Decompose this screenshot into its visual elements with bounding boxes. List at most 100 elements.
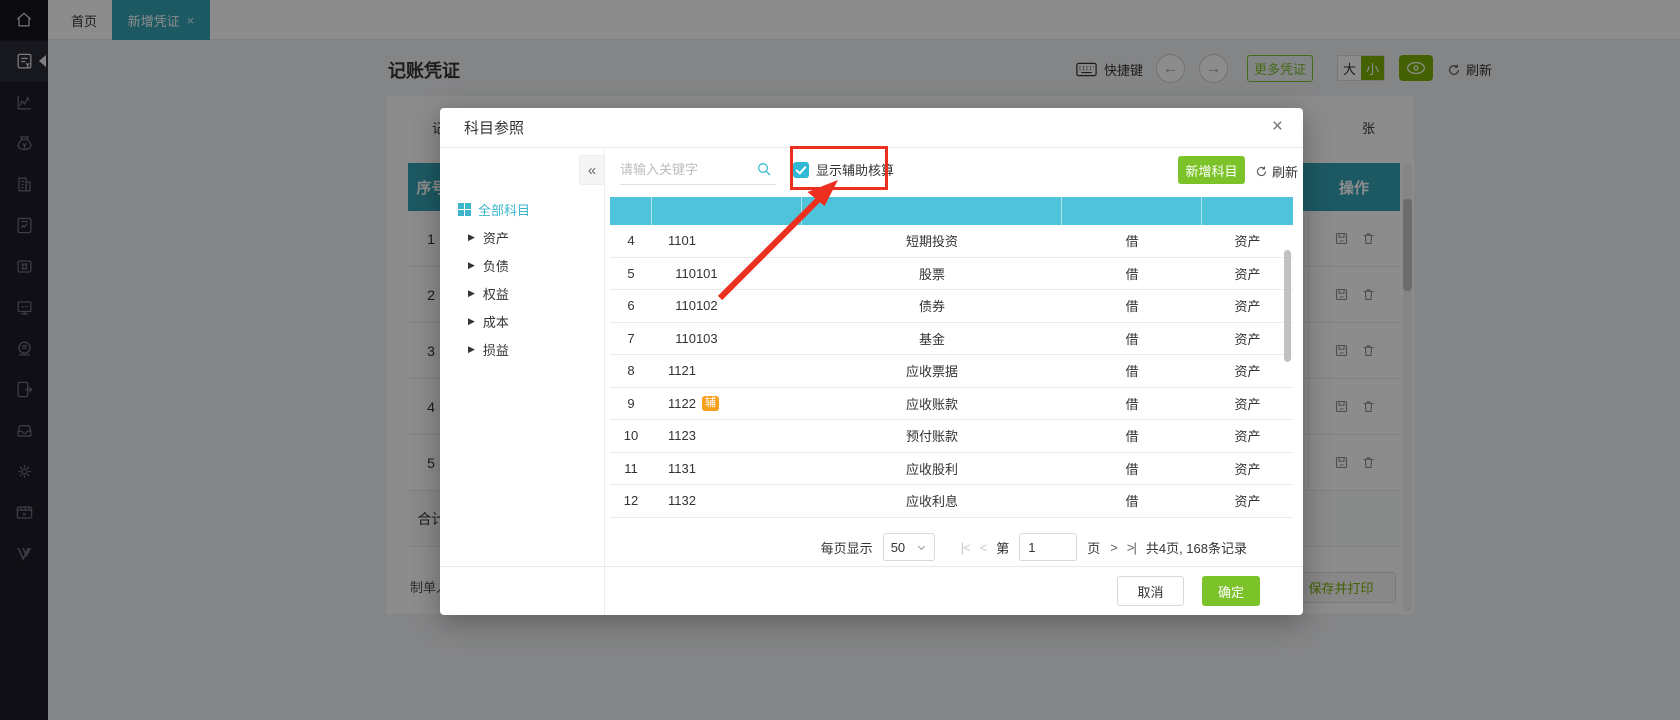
- table-scrollbar-thumb[interactable]: [1284, 250, 1291, 362]
- cell-code: 110103: [652, 323, 802, 355]
- dialog-refresh-button[interactable]: 刷新: [1255, 162, 1298, 181]
- close-icon[interactable]: ×: [1272, 117, 1283, 136]
- table-row[interactable]: 8 1121 应收票据 借 资产: [610, 355, 1293, 388]
- column-header: [1062, 197, 1202, 225]
- record-count: 共4页, 168条记录: [1145, 540, 1247, 556]
- tree-items: ▶ 资产 ▶ 负债 ▶ 权益 ▶ 成本 ▶ 损益: [468, 223, 509, 363]
- table-row[interactable]: 7 110103 基金 借 资产: [610, 323, 1293, 355]
- prev-page-button[interactable]: <: [980, 540, 988, 555]
- cell-name: 预付账款: [905, 429, 958, 445]
- caret-right-icon: ▶: [468, 259, 475, 270]
- cell-category: 资产: [1234, 234, 1261, 250]
- tree-item-label: 资产: [482, 230, 509, 246]
- cell-direction: 借: [1125, 461, 1139, 477]
- app-window: 首页 新增凭证 × 记账凭证 快捷键 ← → 更多凭证 大 小 刷新 记 张 序…: [0, 0, 1680, 720]
- cell-name: 应收账款: [905, 396, 958, 412]
- annotation-arrow: [717, 180, 838, 301]
- cell-name: 应收股利: [905, 461, 958, 477]
- cell-category: 资产: [1234, 266, 1261, 282]
- page-prefix: 第: [996, 540, 1010, 556]
- per-page-label: 每页显示: [820, 540, 873, 556]
- cell-category: 资产: [1234, 494, 1261, 510]
- confirm-button[interactable]: 确定: [1202, 576, 1260, 606]
- collapse-panel-button[interactable]: «: [579, 155, 605, 185]
- code-text: 1131: [668, 460, 696, 476]
- tree-item[interactable]: ▶ 权益: [468, 279, 509, 307]
- column-header: [1202, 197, 1293, 225]
- cell-seq: 7: [627, 330, 635, 346]
- aux-badge: 辅: [701, 395, 719, 411]
- cell-seq: 10: [623, 428, 639, 444]
- per-page-select[interactable]: 50: [882, 533, 935, 561]
- cell-code: 1123: [652, 420, 802, 452]
- code-text: 1123: [668, 428, 696, 444]
- code-text: 110103: [668, 330, 718, 346]
- cell-code: 1121: [652, 355, 802, 387]
- next-page-button[interactable]: >: [1110, 540, 1118, 555]
- page-number-input[interactable]: [1019, 533, 1078, 561]
- caret-right-icon: ▶: [468, 315, 475, 326]
- cell-category: 资产: [1234, 429, 1261, 445]
- code-text: 1132: [668, 493, 696, 509]
- cell-category: 资产: [1234, 461, 1261, 477]
- cell-seq: 8: [627, 363, 635, 379]
- cell-category: 资产: [1234, 364, 1261, 380]
- cell-direction: 借: [1125, 299, 1139, 315]
- dialog-refresh-label: 刷新: [1272, 165, 1299, 180]
- caret-right-icon: ▶: [468, 231, 475, 242]
- code-text: 1121: [668, 363, 696, 379]
- all-subjects-label: 全部科目: [478, 203, 531, 218]
- cell-name: 应收利息: [905, 494, 958, 510]
- cell-seq: 4: [627, 233, 635, 249]
- tree-item[interactable]: ▶ 负债: [468, 251, 509, 279]
- subject-tree-panel: 全部科目 ▶ 资产 ▶ 负债 ▶ 权益 ▶ 成本 ▶ 损益: [440, 148, 605, 615]
- cancel-button[interactable]: 取消: [1117, 576, 1184, 606]
- tree-item-all-subjects[interactable]: 全部科目: [458, 200, 530, 219]
- dialog-title: 科目参照: [464, 120, 525, 137]
- cell-category: 资产: [1234, 331, 1261, 347]
- cell-direction: 借: [1125, 234, 1139, 250]
- cell-direction: 借: [1125, 331, 1139, 347]
- add-subject-button[interactable]: 新增科目: [1178, 156, 1245, 184]
- cell-direction: 借: [1125, 396, 1139, 412]
- cell-direction: 借: [1125, 266, 1139, 282]
- pagination-bar: 每页显示 50 |< < 第 页 > >| 共4页, 168条记录: [610, 530, 1293, 564]
- chevron-down-icon: [917, 545, 925, 550]
- code-text: 1122: [668, 395, 696, 411]
- cell-seq: 9: [627, 395, 635, 411]
- table-row[interactable]: 10 1123 预付账款 借 资产: [610, 420, 1293, 453]
- cell-seq: 5: [627, 265, 635, 281]
- cell-direction: 借: [1125, 494, 1139, 510]
- cell-direction: 借: [1125, 429, 1139, 445]
- page-suffix: 页: [1087, 540, 1101, 556]
- cell-seq: 6: [627, 298, 635, 314]
- tree-item[interactable]: ▶ 成本: [468, 307, 509, 335]
- table-row[interactable]: 12 1132 应收利息 借 资产: [610, 485, 1293, 518]
- cell-category: 资产: [1234, 396, 1261, 412]
- tree-item-label: 权益: [482, 286, 509, 302]
- tree-item[interactable]: ▶ 资产: [468, 223, 509, 251]
- last-page-button[interactable]: >|: [1127, 540, 1137, 555]
- dialog-footer: 取消 确定: [440, 566, 1303, 615]
- tree-item-label: 成本: [482, 314, 509, 330]
- caret-right-icon: ▶: [468, 343, 475, 354]
- table-row[interactable]: 11 1131 应收股利 借 资产: [610, 453, 1293, 485]
- tree-item-label: 损益: [482, 342, 509, 358]
- tree-item-label: 负债: [482, 258, 509, 274]
- cell-name: 基金: [918, 331, 945, 347]
- cell-code: 1122 辅: [652, 388, 802, 420]
- caret-right-icon: ▶: [468, 287, 475, 298]
- cell-code: 1132: [652, 485, 802, 517]
- cell-code: 1131: [652, 453, 802, 485]
- tree-item[interactable]: ▶ 损益: [468, 335, 509, 363]
- table-row[interactable]: 9 1122 辅 应收账款 借 资产: [610, 388, 1293, 420]
- cell-seq: 12: [623, 493, 639, 509]
- cell-direction: 借: [1125, 364, 1139, 380]
- dialog-header: 科目参照 ×: [440, 108, 1303, 148]
- cell-category: 资产: [1234, 299, 1261, 315]
- refresh-icon: [1256, 166, 1267, 177]
- per-page-value: 50: [890, 539, 906, 555]
- first-page-button[interactable]: |<: [961, 540, 971, 555]
- column-header: [610, 197, 652, 225]
- grid-icon: [458, 203, 471, 216]
